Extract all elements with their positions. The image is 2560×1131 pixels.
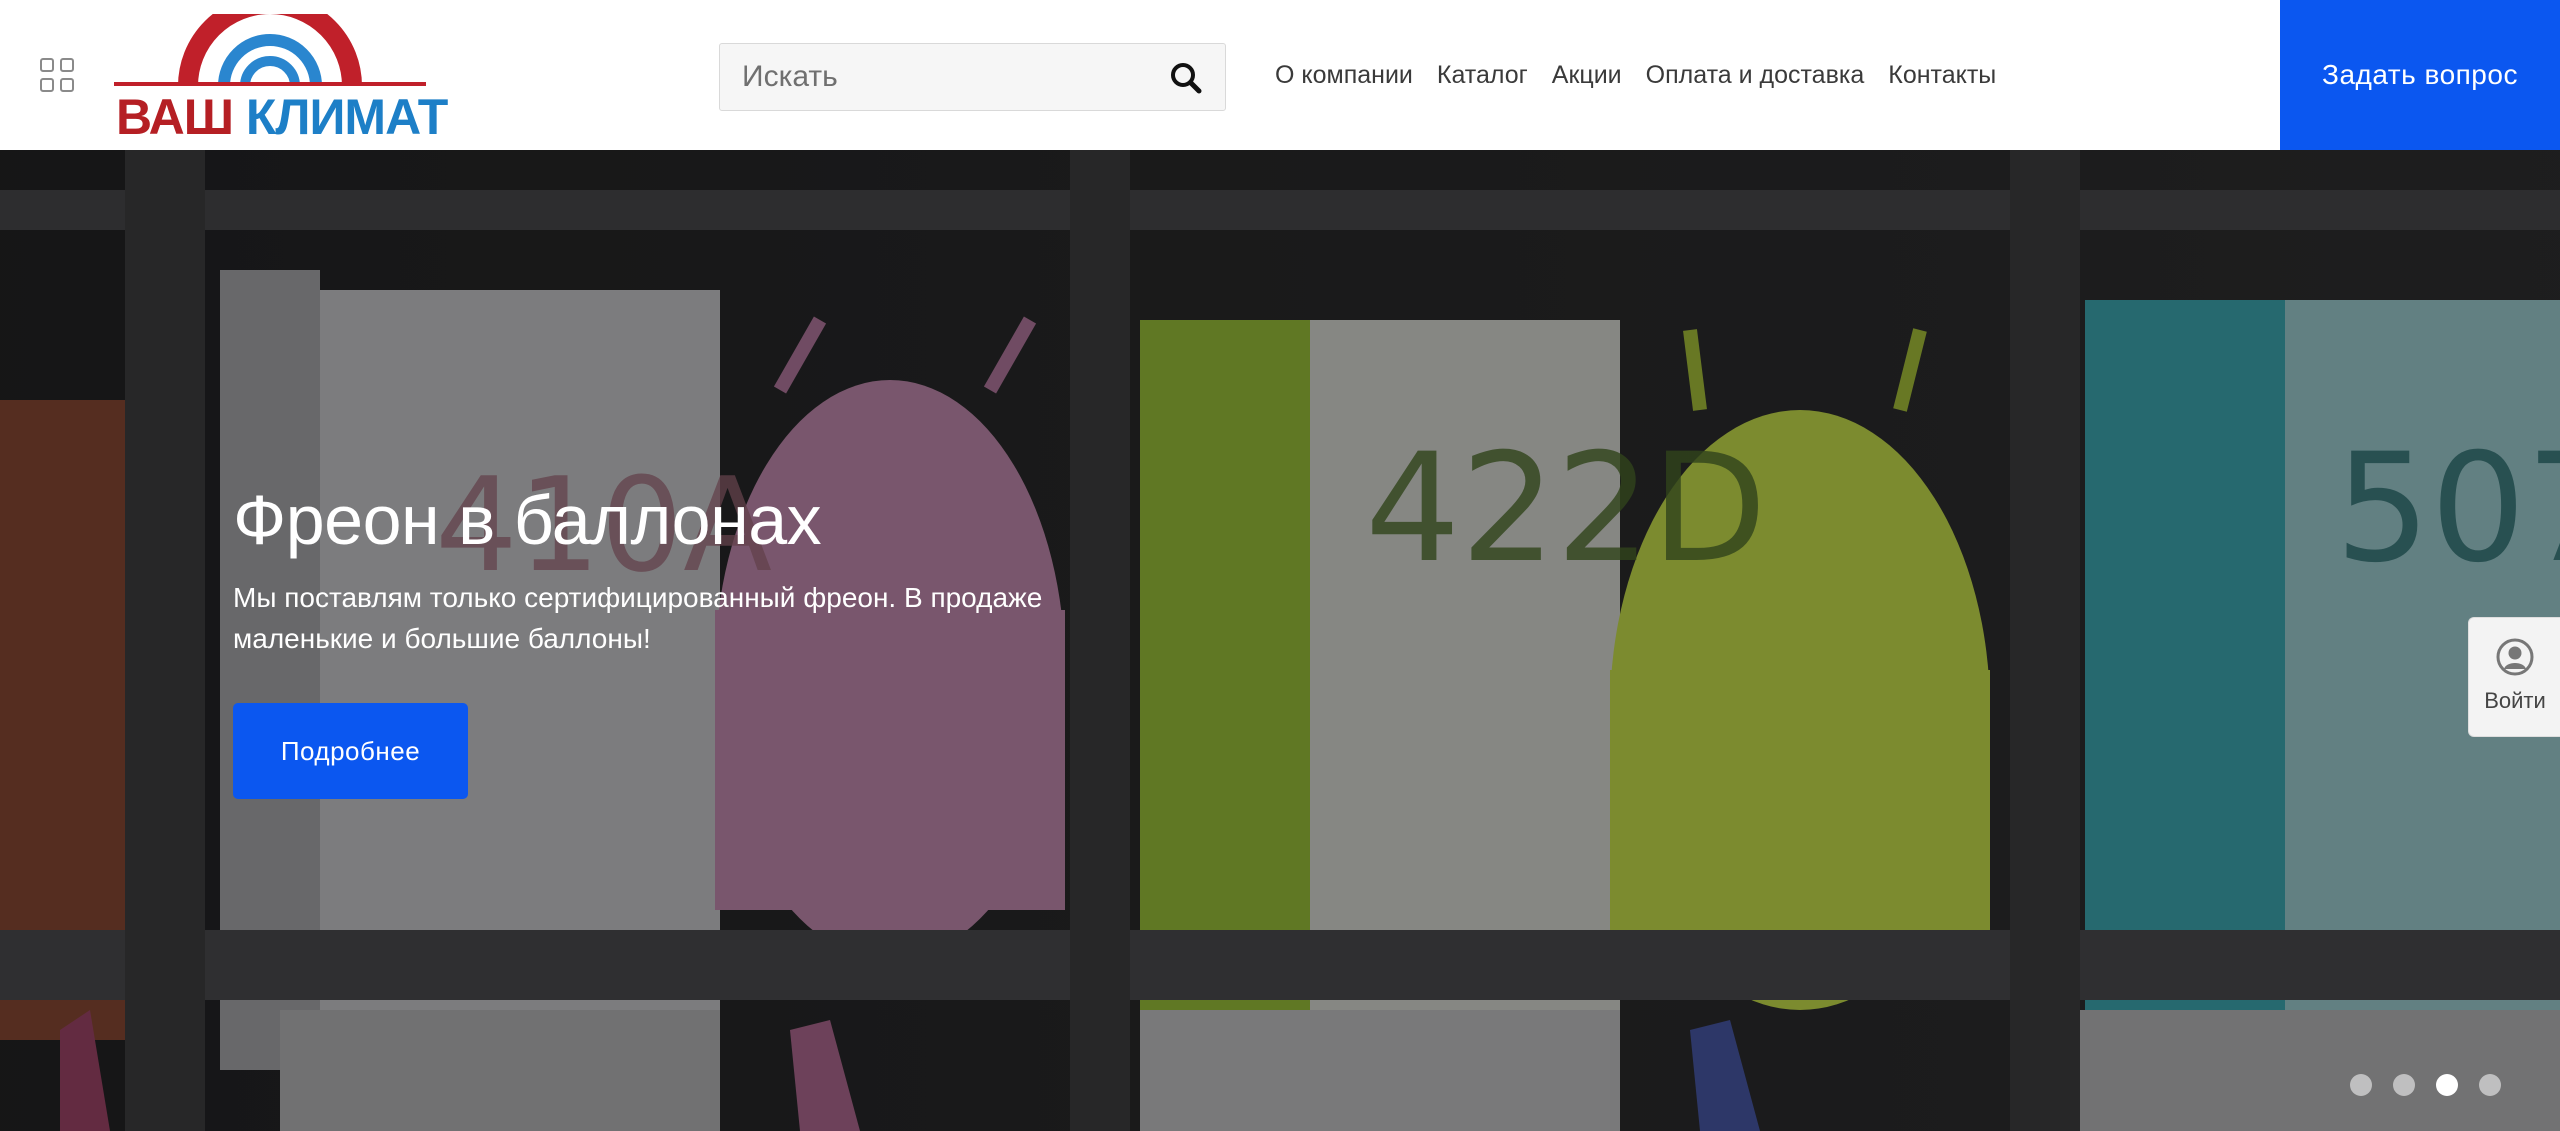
logo-arc-icon (114, 14, 426, 87)
slider-pagination (2350, 1074, 2501, 1096)
search-input[interactable] (742, 44, 1142, 110)
nav-about[interactable]: О компании (1275, 61, 1413, 90)
nav-promotions[interactable]: Акции (1552, 61, 1622, 90)
login-label: Войти (2484, 688, 2546, 713)
hero-description: Мы поставлям только сертифицированный фр… (233, 582, 1043, 654)
slider-dot-4[interactable] (2479, 1074, 2501, 1096)
slider-dot-3[interactable] (2436, 1074, 2458, 1096)
logo-text: ВАШ КЛИМАТ (116, 89, 448, 145)
ask-question-button[interactable]: Задать вопрос (2280, 0, 2560, 150)
more-details-button[interactable]: Подробнее (233, 703, 468, 799)
search-box (719, 43, 1226, 111)
login-button[interactable]: Войти (2468, 617, 2560, 737)
site-header: ВАШ КЛИМАТ О компании Каталог Акции Опла… (0, 0, 2560, 150)
logo-word-2: КЛИМАТ (245, 89, 448, 145)
search-icon[interactable] (1169, 61, 1203, 95)
hero-slider: 410A 422D 507 Фреон в баллонах Мы постав… (0, 150, 2560, 1131)
slider-dot-1[interactable] (2350, 1074, 2372, 1096)
user-icon (2496, 638, 2534, 676)
slider-dot-2[interactable] (2393, 1074, 2415, 1096)
nav-contacts[interactable]: Контакты (1888, 61, 1996, 90)
hero-title: Фреон в баллонах (233, 481, 822, 559)
nav-catalog[interactable]: Каталог (1437, 61, 1528, 90)
logo-word-1: ВАШ (116, 89, 234, 145)
nav-payment-delivery[interactable]: Оплата и доставка (1646, 61, 1865, 90)
logo[interactable]: ВАШ КЛИМАТ (114, 14, 448, 142)
main-nav: О компании Каталог Акции Оплата и достав… (1275, 0, 1996, 150)
menu-grid-icon[interactable] (40, 58, 74, 92)
